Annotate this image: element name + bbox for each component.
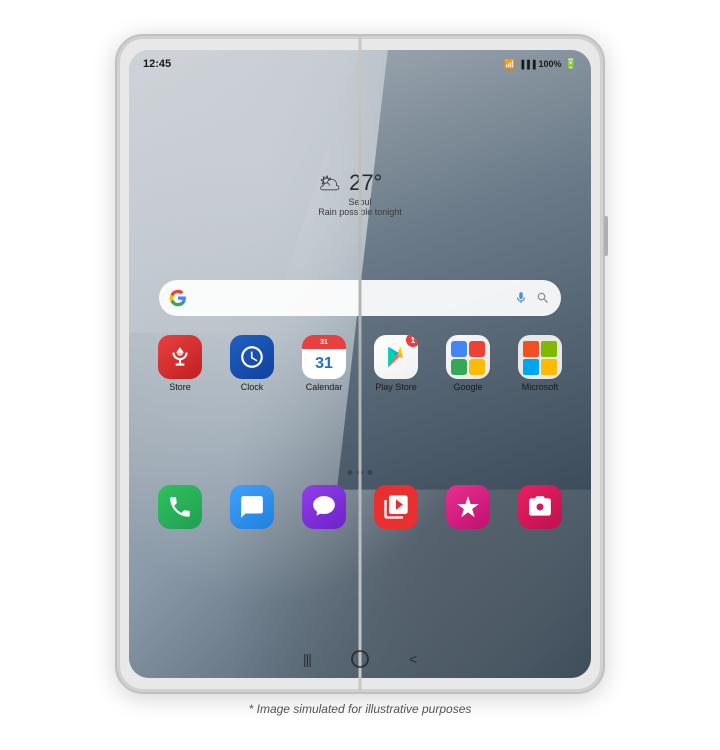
app-item-microsoft[interactable]: Microsoft xyxy=(508,335,572,393)
google-icon xyxy=(446,335,490,379)
signal-icon: ▐▐▐ xyxy=(519,60,536,69)
app-item-camera[interactable] xyxy=(508,485,572,529)
google-label: Google xyxy=(453,382,482,393)
app-item-samsung-msg[interactable] xyxy=(292,485,356,529)
microsoft-label: Microsoft xyxy=(522,382,559,393)
battery-icon: 🔋 xyxy=(565,59,577,70)
app-item-astro[interactable] xyxy=(436,485,500,529)
app-item-phone[interactable] xyxy=(148,485,212,529)
phone-icon xyxy=(158,485,202,529)
youtubetv-icon xyxy=(374,485,418,529)
status-time: 12:45 xyxy=(143,58,171,70)
nav-bar: ||| < xyxy=(129,650,591,668)
dot-1 xyxy=(348,470,353,475)
hinge-line xyxy=(359,36,362,692)
app-item-messages[interactable] xyxy=(220,485,284,529)
battery-text: 100% xyxy=(539,59,562,69)
app-item-store[interactable]: Store xyxy=(148,335,212,393)
side-button xyxy=(604,216,608,256)
search-lens-icon[interactable] xyxy=(535,290,551,306)
playstore-label: Play Store xyxy=(375,382,417,393)
app-item-clock[interactable]: Clock xyxy=(220,335,284,393)
weather-temp-value: 27° xyxy=(349,170,382,196)
astro-icon xyxy=(446,485,490,529)
microsoft-icon xyxy=(518,335,562,379)
phone-device: 12:45 📶 ▐▐▐ 100% 🔋 🌥 27° Seoul Rain poss… xyxy=(115,34,605,694)
camera-icon xyxy=(518,485,562,529)
nav-recents-icon[interactable]: ||| xyxy=(303,651,311,667)
google-g-icon xyxy=(169,289,187,307)
nav-home-icon[interactable] xyxy=(351,650,369,668)
store-label: Store xyxy=(169,382,191,393)
playstore-badge: 1 xyxy=(406,335,418,347)
messages-icon xyxy=(230,485,274,529)
store-icon xyxy=(158,335,202,379)
page-wrapper: 12:45 📶 ▐▐▐ 100% 🔋 🌥 27° Seoul Rain poss… xyxy=(0,0,720,750)
app-item-calendar[interactable]: 31 31 Calendar xyxy=(292,335,356,393)
status-bar: 12:45 📶 ▐▐▐ 100% 🔋 xyxy=(129,50,591,78)
caption: * Image simulated for illustrative purpo… xyxy=(249,702,472,716)
clock-label: Clock xyxy=(241,382,264,393)
app-item-youtubetv[interactable] xyxy=(364,485,428,529)
playstore-icon: 1 xyxy=(374,335,418,379)
status-icons: 📶 ▐▐▐ 100% 🔋 xyxy=(504,59,577,70)
app-item-playstore[interactable]: 1 Play Store xyxy=(364,335,428,393)
samsung-msg-icon xyxy=(302,485,346,529)
calendar-label: Calendar xyxy=(306,382,343,393)
nav-back-icon[interactable]: < xyxy=(409,651,417,667)
calendar-icon: 31 31 xyxy=(302,335,346,379)
weather-cloud-icon: 🌥 xyxy=(318,173,341,194)
dot-3 xyxy=(368,470,373,475)
search-mic-icon[interactable] xyxy=(513,290,529,306)
app-item-google[interactable]: Google xyxy=(436,335,500,393)
wifi-icon: 📶 xyxy=(504,59,515,70)
clock-icon xyxy=(230,335,274,379)
